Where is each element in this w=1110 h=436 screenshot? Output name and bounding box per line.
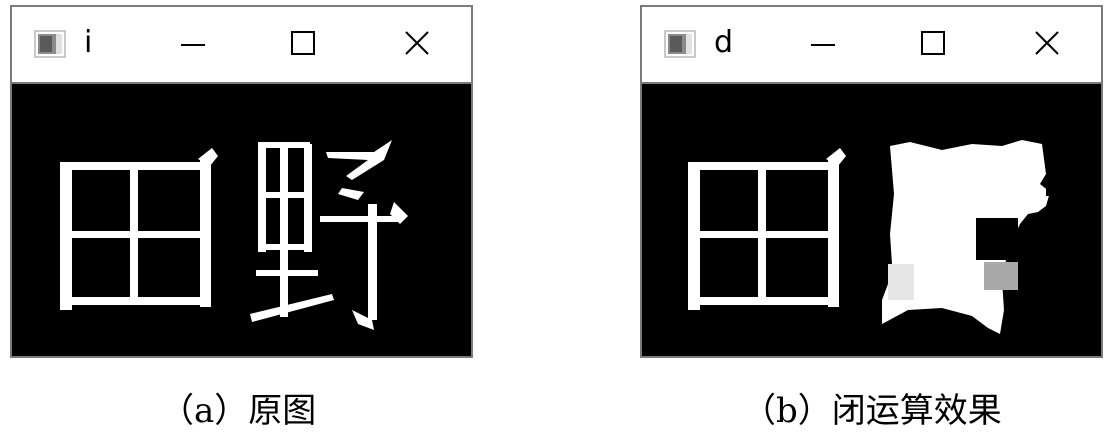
closing-result-image [688,140,1054,334]
window-titlebar[interactable]: i [12,7,471,82]
original-image [60,140,408,330]
close-icon [1035,31,1059,55]
close-button[interactable] [1022,21,1072,65]
maximize-icon [921,31,945,55]
minimize-icon [181,44,205,46]
maximize-button[interactable] [908,21,958,65]
caption-original: （a）原图 [160,391,317,431]
window-title: i [84,25,93,60]
minimize-button[interactable] [798,21,848,65]
window-titlebar[interactable]: d [642,7,1101,82]
caption-closing-result: （b）闭运算效果 [742,391,1002,431]
maximize-icon [291,31,315,55]
app-window-icon [664,30,696,58]
maximize-button[interactable] [278,21,328,65]
close-icon [405,31,429,55]
minimize-button[interactable] [168,21,218,65]
app-window-icon [34,30,66,58]
image-canvas [12,82,471,356]
image-canvas [642,82,1101,356]
window-original: i [10,5,473,358]
close-button[interactable] [392,21,442,65]
window-closing-result: d [640,5,1103,358]
window-title: d [714,25,734,60]
minimize-icon [811,44,835,46]
